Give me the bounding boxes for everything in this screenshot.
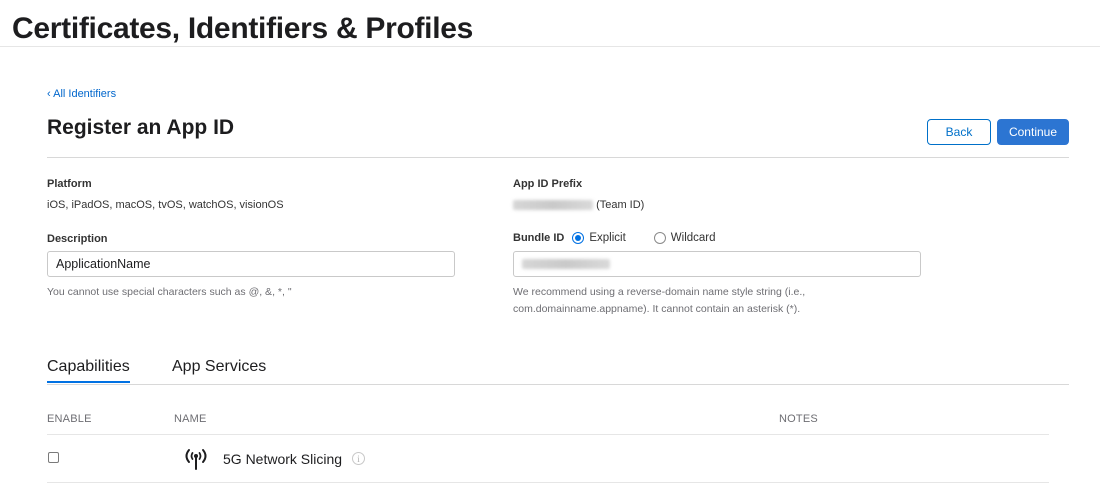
bundle-id-hint-line-1: We recommend using a reverse-domain name…	[513, 286, 806, 298]
capability-name: 5G Network Slicing	[223, 451, 343, 467]
bundle-id-row: Bundle ID Explicit Wildcard	[513, 232, 716, 244]
redacted-bundle-id	[522, 259, 610, 269]
app-id-prefix-label: App ID Prefix	[513, 178, 583, 190]
continue-button[interactable]: Continue	[997, 119, 1069, 145]
bundle-id-hint: We recommend using a reverse-domain name…	[513, 284, 805, 318]
explicit-radio-label: Explicit	[589, 232, 626, 244]
wildcard-radio-label: Wildcard	[670, 232, 716, 244]
explicit-radio[interactable]	[572, 232, 585, 244]
description-hint: You cannot use special characters such a…	[47, 286, 292, 298]
bundle-id-hint-line-2: com.domainname.appname). It cannot conta…	[513, 303, 801, 315]
redacted-team-id	[513, 200, 593, 211]
tabs-divider	[47, 384, 1069, 385]
description-label: Description	[47, 233, 108, 245]
tab-capabilities[interactable]: Capabilities	[47, 358, 130, 376]
column-header-notes: NOTES	[779, 413, 818, 425]
info-icon[interactable]: i	[352, 452, 365, 465]
all-identifiers-link[interactable]: ‹ All Identifiers	[47, 88, 116, 100]
back-button[interactable]: Back	[927, 119, 991, 145]
description-input[interactable]	[47, 251, 455, 277]
bundle-id-label: Bundle ID	[513, 232, 565, 244]
tab-app-services[interactable]: App Services	[172, 358, 266, 376]
platform-label: Platform	[47, 178, 92, 190]
header-divider	[0, 46, 1100, 47]
bundle-id-input[interactable]	[513, 251, 921, 277]
table-row-divider	[47, 482, 1049, 483]
column-header-enable: ENABLE	[47, 413, 92, 425]
antenna-icon	[185, 449, 207, 470]
register-title: Register an App ID	[47, 116, 235, 139]
page-title: Certificates, Identifiers & Profiles	[12, 12, 474, 45]
app-id-prefix-value: (Team ID)	[513, 199, 644, 211]
active-tab-indicator	[47, 381, 130, 383]
section-divider	[47, 157, 1069, 158]
wildcard-radio[interactable]	[653, 232, 666, 244]
table-header-divider	[47, 434, 1049, 435]
team-id-suffix: (Team ID)	[596, 199, 645, 211]
enable-checkbox[interactable]	[48, 452, 59, 463]
column-header-name: NAME	[174, 413, 207, 425]
platform-value: iOS, iPadOS, macOS, tvOS, watchOS, visio…	[47, 199, 284, 211]
